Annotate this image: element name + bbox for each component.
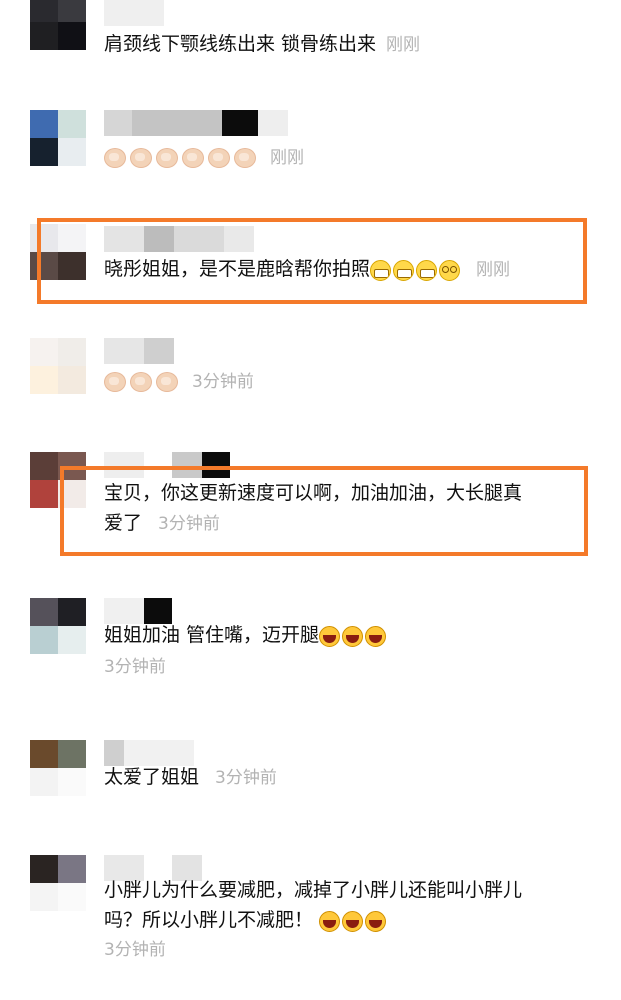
- avatar[interactable]: [30, 338, 86, 394]
- laugh-emoji: [342, 910, 364, 932]
- avatar[interactable]: [30, 740, 86, 796]
- laugh-emoji: [365, 910, 387, 932]
- highlight-box: [37, 218, 587, 304]
- avatar[interactable]: [30, 0, 86, 50]
- emoji-group: [319, 906, 388, 936]
- comment-text: 肩颈线下颚线练出来 锁骨练出来: [104, 33, 377, 55]
- avatar[interactable]: [30, 110, 86, 166]
- comment-text-row: 3分钟前: [104, 366, 594, 397]
- comment-text: 太爱了姐姐: [104, 766, 200, 788]
- comment-text: 姐姐加油 管住嘴，迈开腿: [104, 624, 320, 646]
- comment-time: 3分钟前: [104, 657, 166, 677]
- comment-text-row: 姐姐加油 管住嘴，迈开腿: [104, 620, 594, 651]
- clap-emoji: [104, 367, 182, 397]
- comment-text-continued: 吗？所以小胖儿不减肥！: [104, 909, 314, 931]
- username-redacted[interactable]: [104, 338, 174, 364]
- username-redacted[interactable]: [104, 0, 164, 26]
- avatar[interactable]: [30, 598, 86, 654]
- laugh-emoji: [365, 625, 387, 647]
- comment-time: 3分钟前: [192, 372, 254, 392]
- clap-emoji: [104, 143, 260, 173]
- emoji-group: [319, 621, 388, 651]
- laugh-emoji: [342, 625, 364, 647]
- comment-text-row: 肩颈线下颚线练出来 锁骨练出来 刚刚: [104, 29, 594, 60]
- avatar[interactable]: [30, 855, 86, 911]
- comment-time: 刚刚: [270, 148, 304, 168]
- laugh-emoji: [319, 625, 341, 647]
- comment-text-row: 太爱了姐姐 3分钟前: [104, 762, 594, 793]
- comment-text: 小胖儿为什么要减肥，减掉了小胖儿还能叫小胖儿: [104, 879, 523, 901]
- comment-time: 3分钟前: [215, 768, 277, 788]
- comment-text-row: 小胖儿为什么要减肥，减掉了小胖儿还能叫小胖儿 吗？所以小胖儿不减肥！: [104, 875, 594, 936]
- username-redacted[interactable]: [104, 110, 288, 136]
- comment-time: 3分钟前: [104, 940, 166, 960]
- highlight-box: [60, 466, 588, 556]
- comment-time: 刚刚: [386, 35, 421, 55]
- laugh-emoji: [319, 910, 341, 932]
- comment-text-row: 刚刚: [104, 142, 594, 173]
